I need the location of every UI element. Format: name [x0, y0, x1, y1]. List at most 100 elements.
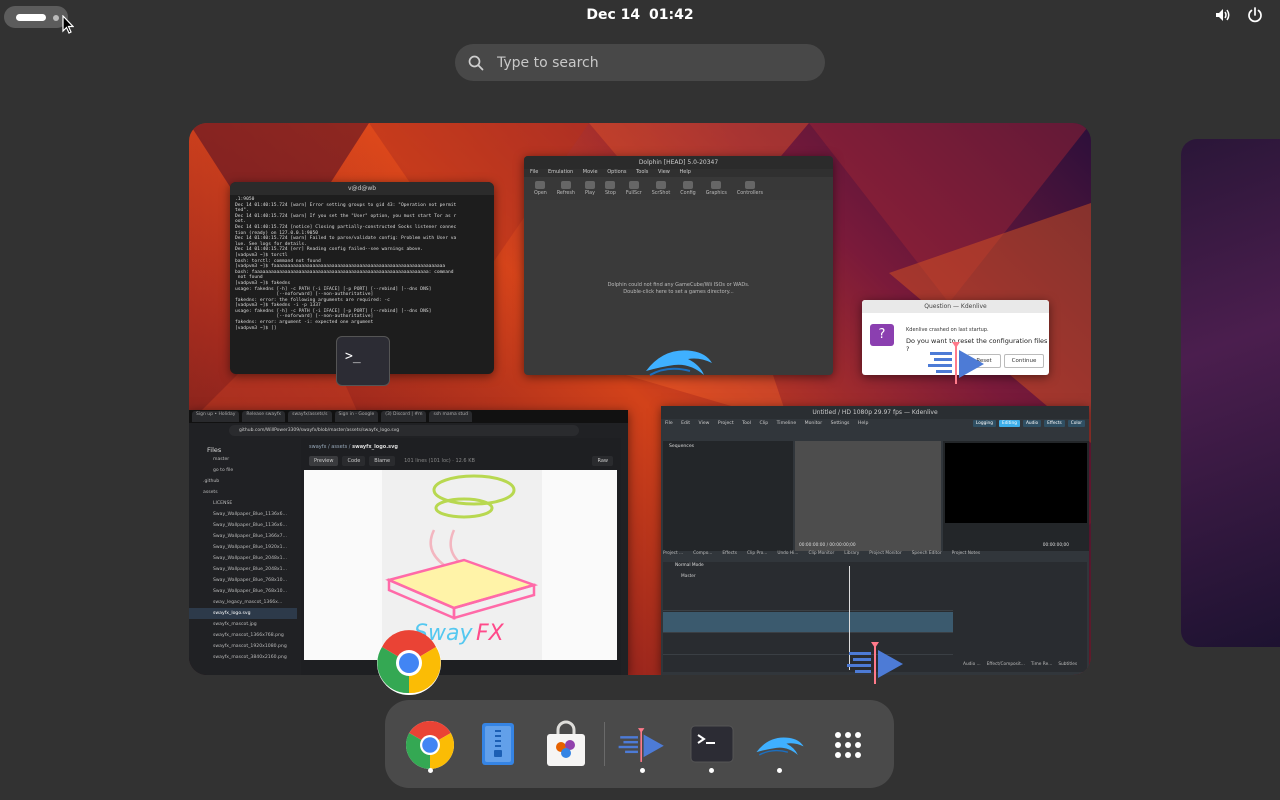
- dock-tab[interactable]: Compo...: [693, 551, 712, 559]
- menu-item[interactable]: View: [658, 169, 670, 175]
- top-bar: Dec 14 01:42: [0, 0, 1280, 34]
- dock-tab[interactable]: Project ...: [663, 551, 683, 559]
- browser-tab[interactable]: Sign up • Holiday: [192, 411, 240, 422]
- toolbar-graphics[interactable]: Graphics: [706, 181, 727, 196]
- tree-file[interactable]: Sway_Wallpaper_Blue_768x10...: [189, 586, 297, 597]
- terminal-window-icon: >_: [336, 336, 390, 386]
- menu-item[interactable]: Movie: [583, 169, 598, 175]
- mode-logging[interactable]: Logging: [972, 420, 996, 427]
- menu-item[interactable]: File: [530, 169, 538, 175]
- menu-item[interactable]: Settings: [831, 421, 850, 426]
- dock-tabs: Project ... Compo... Effects Clip Pro...…: [663, 551, 1089, 559]
- tree-file[interactable]: Sway_Wallpaper_Blue_1366x7...: [189, 531, 297, 542]
- dock-tab[interactable]: Project Notes: [952, 551, 980, 559]
- search-bar[interactable]: [455, 44, 825, 81]
- timeline-track[interactable]: [663, 656, 953, 675]
- dock-show-apps[interactable]: [823, 720, 873, 770]
- dock-tab[interactable]: Library: [844, 551, 859, 559]
- menu-item[interactable]: View: [699, 421, 710, 426]
- menu-item[interactable]: File: [665, 421, 673, 426]
- dock-tab[interactable]: Project Monitor: [869, 551, 901, 559]
- tree-file[interactable]: LICENSE: [189, 498, 297, 509]
- timeline-track[interactable]: [663, 590, 953, 611]
- toolbar-screenshot[interactable]: ScrShot: [652, 181, 670, 196]
- mode-audio[interactable]: Audio: [1022, 420, 1042, 427]
- dolphin-empty-message[interactable]: Dolphin could not find any GameCube/Wii …: [524, 282, 833, 296]
- toolbar-play[interactable]: Play: [584, 181, 595, 196]
- menu-item[interactable]: Tools: [636, 169, 648, 175]
- menu-item[interactable]: Help: [858, 421, 868, 426]
- menu-item[interactable]: Project: [718, 421, 734, 426]
- tree-file[interactable]: sway_legacy_mascot_1366x...: [189, 597, 297, 608]
- mode-editing[interactable]: Editing: [998, 420, 1020, 427]
- dock-files[interactable]: [473, 720, 523, 770]
- dock-tab[interactable]: Speech Editor: [912, 551, 942, 559]
- toolbar-fullscreen[interactable]: FullScr: [626, 181, 642, 196]
- browser-tab[interactable]: Sign in - Google: [334, 411, 379, 422]
- dock-tab[interactable]: Effects: [722, 551, 737, 559]
- workspace-next[interactable]: [1181, 139, 1280, 647]
- tab-preview[interactable]: Preview: [309, 456, 339, 466]
- toolbar-stop[interactable]: Stop: [605, 181, 616, 196]
- dock-tab[interactable]: Clip Pro...: [747, 551, 767, 559]
- mode-color[interactable]: Color: [1067, 420, 1085, 427]
- system-menu[interactable]: [1214, 6, 1264, 24]
- bin-item-sequences[interactable]: Sequences: [663, 441, 793, 452]
- workspace-current[interactable]: v@d@wb .1:9050 Dec 14 01:40:15.724 [warn…: [189, 123, 1091, 675]
- tree-file-selected[interactable]: swayfx_logo.svg: [189, 608, 297, 619]
- browser-tab[interactable]: (3) Discord | #m: [381, 411, 427, 422]
- address-bar[interactable]: github.com/WillPower3309/swayfx/blob/mas…: [229, 425, 579, 436]
- file-view-tabs: Preview Code Blame 101 lines (101 loc) ·…: [301, 456, 621, 466]
- menu-item[interactable]: Timeline: [777, 421, 797, 426]
- timeline-track-selected[interactable]: [663, 612, 953, 633]
- timeline-mode[interactable]: Normal Mode: [675, 563, 704, 568]
- menu-item[interactable]: Emulation: [548, 169, 573, 175]
- menu-item[interactable]: Monitor: [805, 421, 822, 426]
- tree-file[interactable]: Sway_Wallpaper_Blue_768x10...: [189, 575, 297, 586]
- menu-item[interactable]: Options: [607, 169, 626, 175]
- dock-kdenlive[interactable]: [617, 720, 667, 770]
- dock-tab[interactable]: Undo Hi...: [777, 551, 798, 559]
- dock-tab[interactable]: Clip Monitor: [808, 551, 834, 559]
- kdenlive-title: Untitled / HD 1080p 29.97 fps — Kdenlive: [661, 406, 1089, 419]
- dock-chrome[interactable]: [405, 720, 455, 770]
- menu-item[interactable]: Tool: [742, 421, 751, 426]
- tree-file[interactable]: Sway_Wallpaper_Blue_1136x6...: [189, 520, 297, 531]
- clock[interactable]: Dec 14 01:42: [0, 7, 1280, 23]
- browser-tab[interactable]: swayfx/assets/s: [288, 411, 332, 422]
- dock-software[interactable]: [541, 720, 591, 770]
- toolbar-open[interactable]: Open: [534, 181, 547, 196]
- tab-blame[interactable]: Blame: [369, 456, 396, 466]
- tree-folder[interactable]: assets: [189, 487, 297, 498]
- tree-folder[interactable]: .github: [189, 476, 297, 487]
- mode-effects[interactable]: Effects: [1044, 420, 1065, 427]
- tree-file[interactable]: Sway_Wallpaper_Blue_2048x1...: [189, 564, 297, 575]
- browser-tab[interactable]: ssh mama stud: [429, 411, 472, 422]
- tree-file[interactable]: Sway_Wallpaper_Blue_1920x1...: [189, 542, 297, 553]
- toolbar-controllers[interactable]: Controllers: [737, 181, 763, 196]
- tree-file[interactable]: swayfx_mascot_3840x2160.png: [189, 652, 297, 663]
- tree-file[interactable]: Sway_Wallpaper_Blue_2048x1...: [189, 553, 297, 564]
- tree-file[interactable]: swayfx_mascot_1920x1080.png: [189, 641, 297, 652]
- search-input[interactable]: [495, 53, 799, 72]
- menu-item[interactable]: Edit: [681, 421, 690, 426]
- raw-button[interactable]: Raw: [592, 456, 613, 466]
- tree-file[interactable]: swayfx_mascot.jpg: [189, 619, 297, 630]
- dolphin-emulator-icon: [646, 350, 712, 376]
- tree-file[interactable]: swayfx_mascot_1366x768.png: [189, 630, 297, 641]
- toolbar-config[interactable]: Config: [680, 181, 696, 196]
- dock-terminal[interactable]: [687, 720, 737, 770]
- tree-file[interactable]: Sway_Wallpaper_Blue_1136x6...: [189, 509, 297, 520]
- continue-button[interactable]: Continue: [1004, 354, 1044, 368]
- menu-item[interactable]: Clip: [759, 421, 768, 426]
- file-filter-input[interactable]: go to file: [189, 465, 297, 476]
- menu-item[interactable]: Help: [679, 169, 690, 175]
- dock-dolphin[interactable]: [755, 720, 805, 770]
- toolbar-refresh[interactable]: Refresh: [557, 181, 575, 196]
- branch-selector[interactable]: master: [189, 454, 297, 465]
- tab-code[interactable]: Code: [342, 456, 366, 466]
- timeline-track[interactable]: [663, 634, 953, 655]
- project-monitor-screen: [945, 443, 1087, 523]
- browser-tab[interactable]: Release swayfx: [242, 411, 286, 422]
- kdenlive-window[interactable]: Untitled / HD 1080p 29.97 fps — Kdenlive…: [661, 406, 1089, 675]
